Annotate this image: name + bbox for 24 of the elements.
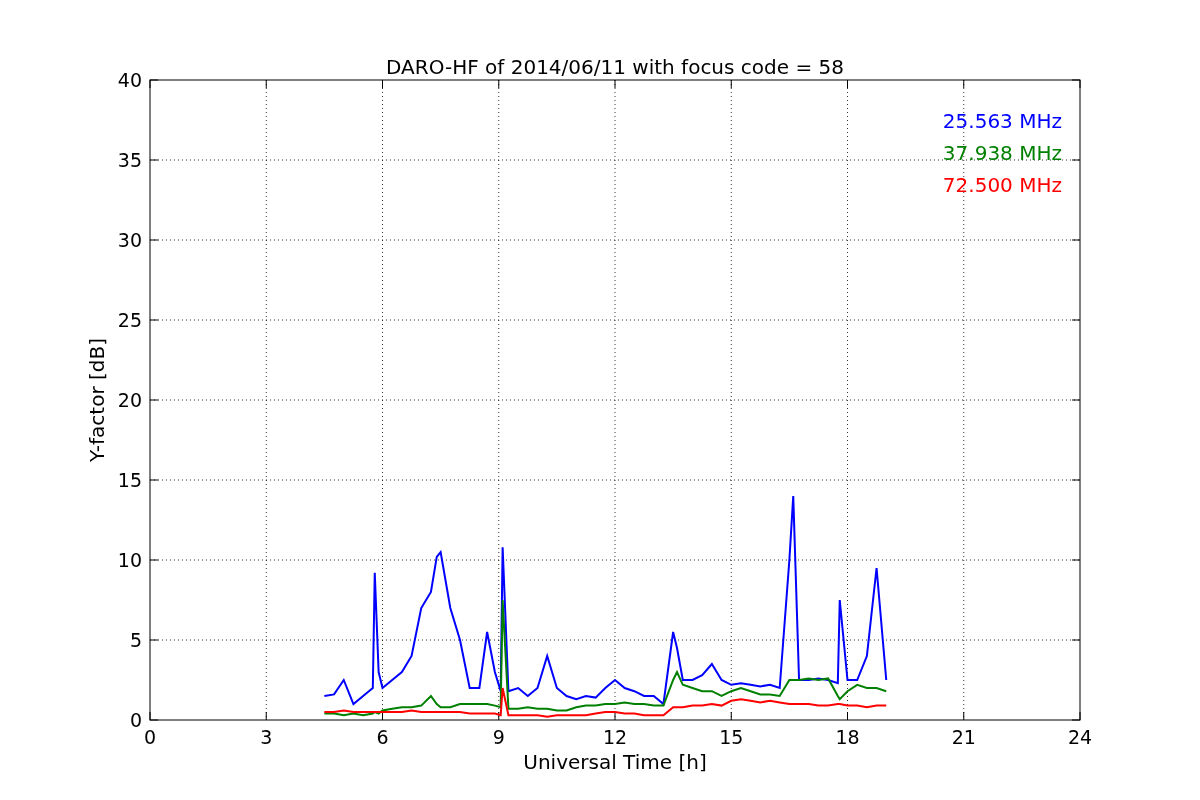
x-tick-label: 18 — [835, 726, 860, 748]
x-tick-label: 6 — [376, 726, 389, 748]
x-tick-label: 24 — [1067, 726, 1093, 748]
legend-label: 25.563 MHz — [942, 109, 1062, 133]
y-tick-label: 10 — [117, 549, 142, 571]
x-tick-label: 9 — [492, 726, 505, 748]
x-tick-label: 3 — [260, 726, 273, 748]
y-tick-label: 20 — [117, 389, 142, 411]
y-tick-label: 5 — [129, 629, 142, 651]
x-tick-label: 12 — [602, 726, 628, 748]
y-tick-label: 35 — [117, 149, 142, 171]
y-tick-label: 25 — [117, 309, 142, 331]
y-axis-label: Y-factor [dB] — [85, 338, 109, 462]
y-tick-label: 0 — [129, 709, 142, 731]
y-tick-label: 15 — [117, 469, 142, 491]
x-tick-label: 21 — [951, 726, 976, 748]
x-tick-label: 15 — [719, 726, 744, 748]
y-tick-label: 30 — [117, 229, 142, 251]
chart-title: DARO-HF of 2014/06/11 with focus code = 58 — [386, 55, 844, 79]
legend-label: 72.500 MHz — [942, 173, 1062, 197]
x-axis-label: Universal Time [h] — [523, 750, 707, 774]
y-tick-label: 40 — [117, 69, 142, 91]
x-tick-label: 0 — [143, 726, 157, 748]
legend-label: 37.938 MHz — [942, 141, 1062, 165]
